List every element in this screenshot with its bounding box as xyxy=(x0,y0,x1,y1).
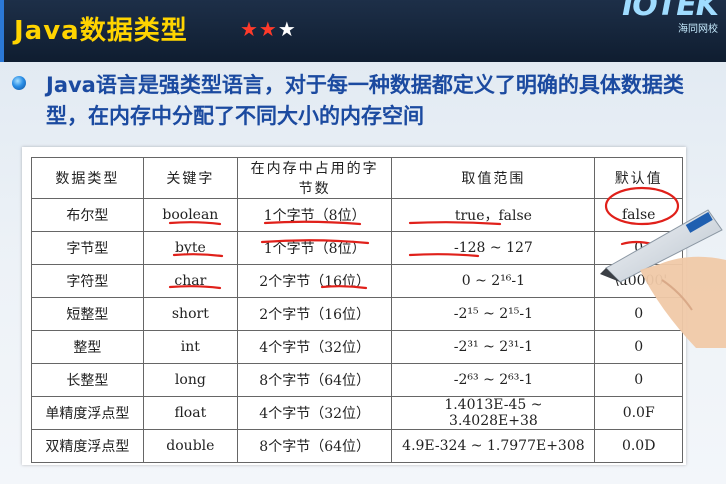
cell-bytes: 8个字节（64位） xyxy=(236,429,393,463)
header-accent-bar xyxy=(0,0,4,62)
cell-range: -2¹⁵ ~ 2¹⁵-1 xyxy=(391,297,596,331)
table-row: 长整型 long 8个字节（64位） -2⁶³ ~ 2⁶³-1 0 xyxy=(31,363,683,397)
table-row: 整型 int 4个字节（32位） -2³¹ ~ 2³¹-1 0 xyxy=(31,330,683,364)
bullet-icon xyxy=(12,76,26,90)
table-header-row: 数据类型 关键字 在内存中占用的字节数 取值范围 默认值 xyxy=(31,157,683,199)
data-type-table-panel: 数据类型 关键字 在内存中占用的字节数 取值范围 默认值 布尔型 boolean… xyxy=(22,147,686,465)
data-type-table: 数据类型 关键字 在内存中占用的字节数 取值范围 默认值 布尔型 boolean… xyxy=(31,157,683,463)
cell-bytes: 1个字节（8位） xyxy=(236,231,393,265)
cell-range: true，false xyxy=(391,198,596,232)
cell-type: 双精度浮点型 xyxy=(31,429,144,463)
pen-pointer-icon xyxy=(600,209,726,348)
header-cell-bytes: 在内存中占用的字节数 xyxy=(236,157,393,199)
cell-bytes: 2个字节（16位） xyxy=(236,297,393,331)
table-row: 双精度浮点型 double 8个字节（64位） 4.9E-324 ~ 1.797… xyxy=(31,429,683,463)
cell-type: 单精度浮点型 xyxy=(31,396,144,430)
slide-title: Java数据类型 xyxy=(14,16,188,46)
brand-subtitle: 海同网校 xyxy=(678,24,718,35)
cell-type: 字节型 xyxy=(31,231,144,265)
bullet-text: Java语言是强类型语言，对于每一种数据都定义了明确的具体数据类型，在内存中分配… xyxy=(46,73,684,128)
header-cell-range: 取值范围 xyxy=(391,157,596,199)
table-row: 字符型 char 2个字节（16位） 0 ~ 2¹⁶-1 '\u0000' xyxy=(31,264,683,298)
cell-range: -2⁶³ ~ 2⁶³-1 xyxy=(391,363,596,397)
cell-type: 短整型 xyxy=(31,297,144,331)
table-row: 字节型 byte 1个字节（8位） -128 ~ 127 0 xyxy=(31,231,683,265)
cell-range: -128 ~ 127 xyxy=(391,231,596,265)
cell-type: 布尔型 xyxy=(31,198,144,232)
cell-type: 字符型 xyxy=(31,264,144,298)
cell-keyword: boolean xyxy=(142,198,238,232)
header-cell-default: 默认值 xyxy=(594,157,683,199)
cell-bytes: 4个字节（32位） xyxy=(236,396,393,430)
cell-range: -2³¹ ~ 2³¹-1 xyxy=(391,330,596,364)
star-empty-icon: ★ xyxy=(277,17,297,41)
difficulty-stars: ★★★ xyxy=(240,17,297,41)
cell-bytes: 2个字节（16位） xyxy=(236,264,393,298)
header-cell-type: 数据类型 xyxy=(31,157,144,199)
table-row: 单精度浮点型 float 4个字节（32位） 1.4013E-45 ~ 3.40… xyxy=(31,396,683,430)
cell-keyword: long xyxy=(142,363,238,397)
table-row: 布尔型 boolean 1个字节（8位） true，false false xyxy=(31,198,683,232)
table-row: 短整型 short 2个字节（16位） -2¹⁵ ~ 2¹⁵-1 0 xyxy=(31,297,683,331)
cell-type: 整型 xyxy=(31,330,144,364)
header-cell-keyword: 关键字 xyxy=(142,157,238,199)
cell-type: 长整型 xyxy=(31,363,144,397)
cell-bytes: 8个字节（64位） xyxy=(236,363,393,397)
cell-default: 0.0F xyxy=(594,396,683,430)
slide-header: Java数据类型 ★★★ IOTEK 海同网校 xyxy=(0,0,726,62)
cell-keyword: char xyxy=(142,264,238,298)
cell-default: 0 xyxy=(594,363,683,397)
cell-default: 0.0D xyxy=(594,429,683,463)
cell-bytes: 4个字节（32位） xyxy=(236,330,393,364)
cell-bytes: 1个字节（8位） xyxy=(236,198,393,232)
cell-range: 0 ~ 2¹⁶-1 xyxy=(391,264,596,298)
cell-keyword: short xyxy=(142,297,238,331)
cell-range: 1.4013E-45 ~ 3.4028E+38 xyxy=(391,396,596,430)
cell-keyword: double xyxy=(142,429,238,463)
cell-keyword: byte xyxy=(142,231,238,265)
star-filled-icon: ★★ xyxy=(240,17,278,41)
cell-keyword: int xyxy=(142,330,238,364)
cell-keyword: float xyxy=(142,396,238,430)
cell-range: 4.9E-324 ~ 1.7977E+308 xyxy=(391,429,596,463)
